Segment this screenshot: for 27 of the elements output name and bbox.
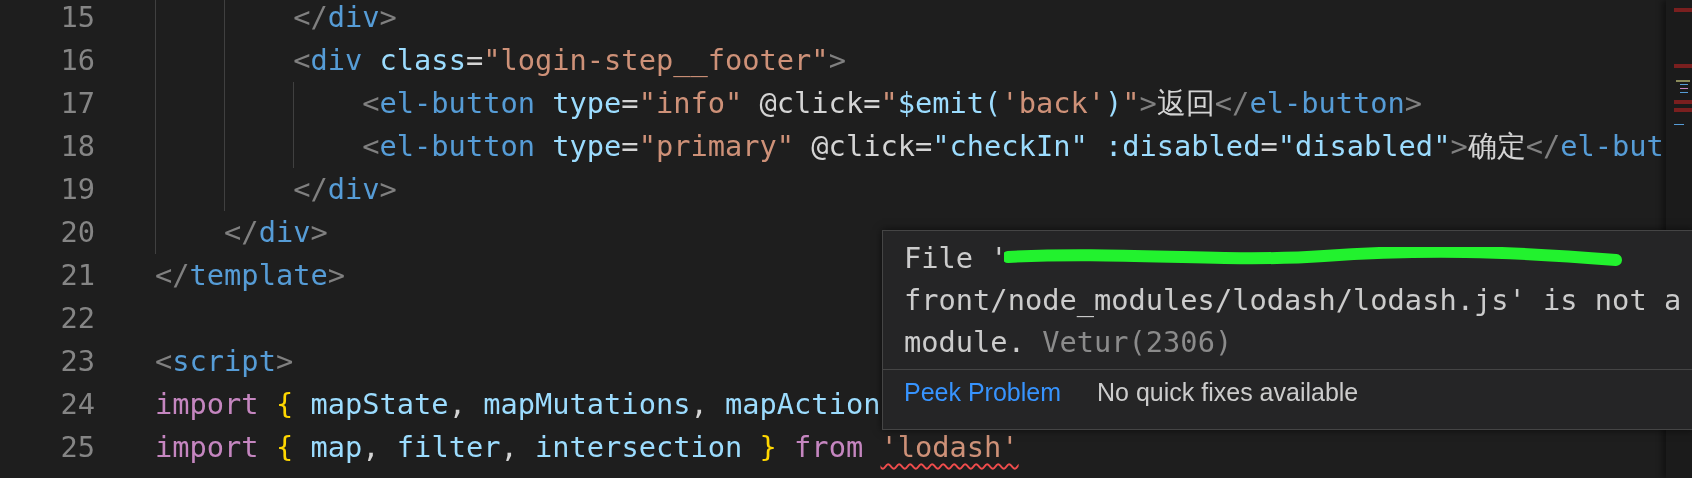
- error-message-text: module.: [904, 324, 1025, 361]
- no-quick-fixes-text: No quick fixes available: [1097, 378, 1359, 407]
- error-message-text: File ': [904, 240, 1008, 277]
- code-line: <el-button type="info" @click="$emit('back')">返回</el-button>: [361, 86, 1423, 120]
- line-number: 25: [60, 430, 95, 464]
- code-line: </div>: [292, 0, 397, 34]
- code-line: </template>: [155, 258, 345, 292]
- line-number: 22: [60, 301, 95, 335]
- code-line: import { map, filter, intersection } from 'lodash': [155, 430, 1019, 464]
- line-number: 23: [60, 344, 95, 378]
- line-number: 19: [60, 172, 95, 206]
- line-number: 16: [60, 43, 95, 77]
- code-line: </div>: [292, 172, 397, 206]
- line-number: 17: [60, 86, 95, 120]
- line-number: 24: [60, 387, 95, 421]
- code-line: <el-button type="primary" @click="checkIn" :disabled="disabled">确定</el-but: [361, 129, 1664, 163]
- code-line: </div>: [223, 215, 328, 249]
- line-number: 20: [60, 215, 95, 249]
- peek-problem-link[interactable]: Peek Problem: [904, 378, 1062, 407]
- line-number: 21: [60, 258, 95, 292]
- code-line: <script>: [155, 344, 294, 378]
- code-line: import { mapState, mapMutations, mapAction: [155, 387, 881, 421]
- line-number: 18: [60, 129, 95, 163]
- code-line: <div class="login-step__footer">: [292, 43, 846, 77]
- error-message-text: front/node_modules/lodash/lodash.js' is not a: [904, 282, 1682, 319]
- error-source: Vetur(2306): [1042, 324, 1233, 361]
- line-number: 15: [60, 0, 95, 34]
